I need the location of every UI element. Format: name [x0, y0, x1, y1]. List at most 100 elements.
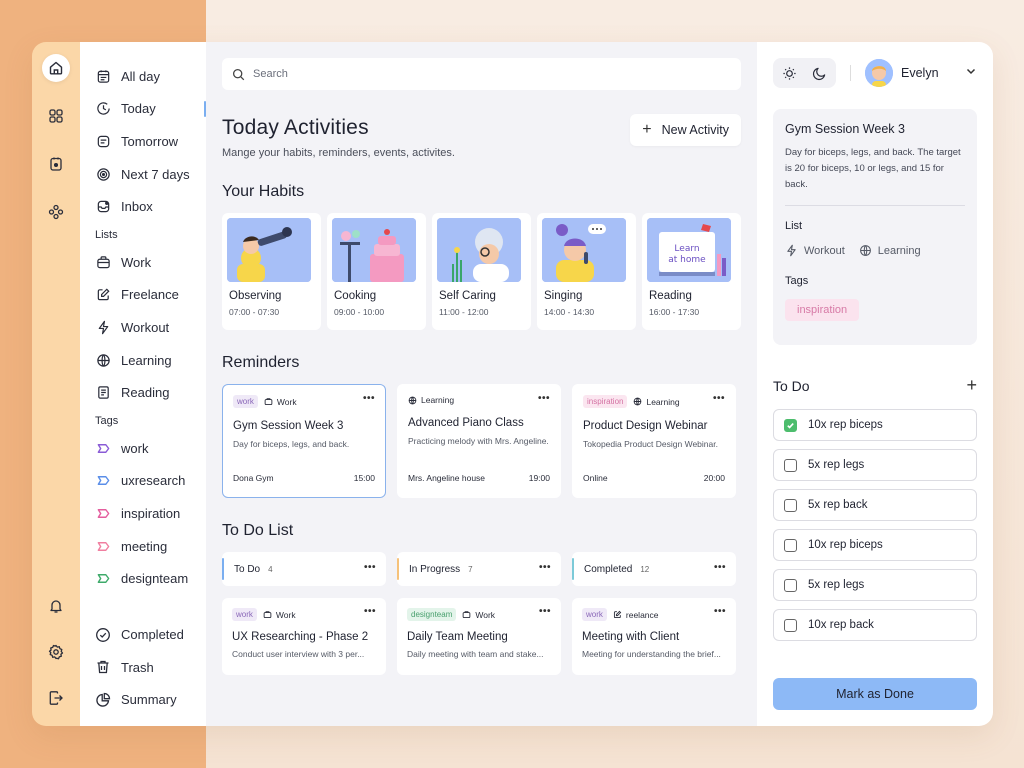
tag-item-meeting[interactable]: meeting: [95, 530, 206, 563]
calendar-rail-icon[interactable]: [42, 150, 70, 178]
detail-tag-chip[interactable]: inspiration: [785, 299, 860, 321]
column-count: 4: [268, 564, 273, 574]
book-icon: [95, 385, 111, 401]
list-item-learning[interactable]: Learning: [95, 344, 206, 377]
todo-item[interactable]: 5x rep legs: [773, 449, 977, 481]
mark-as-done-button[interactable]: Mark as Done: [773, 678, 977, 710]
home-icon[interactable]: [42, 54, 70, 82]
more-icon[interactable]: •••: [539, 606, 551, 617]
todo-item[interactable]: 5x rep back: [773, 489, 977, 521]
task-title: Daily Team Meeting: [407, 631, 508, 643]
task-card[interactable]: work Work ••• UX Researching - Phase 2 C…: [222, 598, 386, 675]
nav-label: Tomorrow: [121, 133, 179, 149]
habit-name: Self Caring: [439, 290, 496, 302]
more-icon[interactable]: •••: [363, 393, 375, 404]
detail-panel: Evelyn Gym Session Week 3 Day for biceps…: [757, 42, 993, 726]
divider: [785, 205, 965, 206]
nav-item-inbox[interactable]: Inbox: [95, 190, 206, 223]
reminder-card[interactable]: Learning ••• Advanced Piano Class Practi…: [397, 384, 561, 498]
checkbox[interactable]: [784, 538, 797, 552]
detail-list-label: List: [785, 220, 803, 232]
grid-icon[interactable]: [42, 102, 70, 130]
column-header-in-progress[interactable]: In Progress 7 •••: [397, 552, 561, 586]
task-desc: Daily meeting with team and stake...: [407, 649, 544, 659]
sun-icon[interactable]: [777, 62, 801, 84]
nav-item-tomorrow[interactable]: Tomorrow: [95, 125, 206, 158]
chevron-down-icon[interactable]: [965, 64, 977, 82]
more-icon[interactable]: •••: [714, 606, 726, 617]
column-header-todo[interactable]: To Do 4 •••: [222, 552, 386, 586]
reminder-card[interactable]: inspiration Learning ••• Product Design …: [572, 384, 736, 498]
habit-time: 09:00 - 10:00: [334, 307, 385, 317]
nav-item-summary[interactable]: Summary: [95, 683, 184, 716]
avatar[interactable]: [865, 59, 893, 87]
todo-item[interactable]: 10x rep biceps: [773, 409, 977, 441]
habit-illustration-singing: [542, 218, 626, 282]
tag-label: uxresearch: [121, 473, 186, 489]
habit-name: Reading: [649, 290, 692, 302]
habit-card[interactable]: Observing 07:00 - 07:30: [222, 213, 321, 330]
task-card[interactable]: designteam Work ••• Daily Team Meeting D…: [397, 598, 561, 675]
detail-list-workout[interactable]: Workout: [785, 244, 845, 257]
checkbox[interactable]: [784, 578, 797, 592]
tag-icon: [95, 538, 111, 554]
search-placeholder: Search: [253, 68, 288, 80]
tag-item-uxresearch[interactable]: uxresearch: [95, 465, 206, 498]
habit-card[interactable]: Singing 14:00 - 14:30: [537, 213, 636, 330]
search-input[interactable]: Search: [222, 58, 741, 90]
tag-label: work: [121, 440, 149, 456]
tag-item-inspiration[interactable]: inspiration: [95, 497, 206, 530]
column-header-completed[interactable]: Completed 12 •••: [572, 552, 736, 586]
list-item-reading[interactable]: Reading: [95, 376, 206, 409]
nav-item-all-day[interactable]: All day: [95, 60, 206, 93]
briefcase-icon: [264, 397, 273, 406]
column-label: Completed: [584, 563, 633, 575]
todo-item[interactable]: 10x rep biceps: [773, 529, 977, 561]
logout-icon[interactable]: [42, 684, 70, 712]
tag-chip: work: [233, 395, 258, 408]
apps-icon[interactable]: [42, 198, 70, 226]
list-item-workout[interactable]: Workout: [95, 311, 206, 344]
detail-list-learning[interactable]: Learning: [859, 244, 921, 257]
moon-icon[interactable]: [807, 62, 831, 84]
list-item-freelance[interactable]: Freelance: [95, 279, 206, 312]
checkbox[interactable]: [784, 458, 797, 472]
tag-item-work[interactable]: work: [95, 432, 206, 465]
todo-item[interactable]: 10x rep back: [773, 609, 977, 641]
more-icon[interactable]: •••: [714, 562, 726, 573]
user-name[interactable]: Evelyn: [901, 66, 965, 80]
art-text-learn: Learn: [674, 244, 699, 254]
list-item-work[interactable]: Work: [95, 246, 206, 279]
note-icon: [95, 133, 111, 149]
nav-item-trash[interactable]: Trash: [95, 651, 184, 684]
trash-icon: [95, 659, 111, 675]
more-icon[interactable]: •••: [538, 393, 550, 404]
nav-item-today[interactable]: Today: [95, 93, 206, 126]
detail-title: Gym Session Week 3: [785, 122, 905, 136]
task-desc: Conduct user interview with 3 per...: [232, 649, 365, 659]
more-icon[interactable]: •••: [364, 562, 376, 573]
habit-card[interactable]: Self Caring 11:00 - 12:00: [432, 213, 531, 330]
more-icon[interactable]: •••: [713, 393, 725, 404]
checkbox-checked[interactable]: [784, 418, 797, 432]
more-icon[interactable]: •••: [364, 606, 376, 617]
icon-rail: [32, 42, 80, 726]
globe-icon: [95, 352, 111, 368]
bell-icon[interactable]: [42, 592, 70, 620]
habit-card[interactable]: Cooking 09:00 - 10:00: [327, 213, 426, 330]
checkbox[interactable]: [784, 498, 797, 512]
todo-item[interactable]: 5x rep legs: [773, 569, 977, 601]
tag-label: designteam: [121, 571, 189, 587]
nav-item-completed[interactable]: Completed: [95, 618, 184, 651]
task-card[interactable]: work reelance ••• Meeting with Client Me…: [572, 598, 736, 675]
nav-item-next-7-days[interactable]: Next 7 days: [95, 158, 206, 191]
list-name: Work: [276, 396, 297, 407]
new-activity-button[interactable]: + New Activity: [630, 114, 741, 146]
reminder-card[interactable]: work Work ••• Gym Session Week 3 Day for…: [222, 384, 386, 498]
checkbox[interactable]: [784, 618, 797, 632]
tag-item-designteam[interactable]: designteam: [95, 562, 206, 595]
more-icon[interactable]: •••: [539, 562, 551, 573]
habit-card[interactable]: Learn at home Reading 16:00 - 17:30: [642, 213, 741, 330]
settings-icon[interactable]: [42, 638, 70, 666]
add-todo-icon[interactable]: +: [966, 375, 977, 396]
